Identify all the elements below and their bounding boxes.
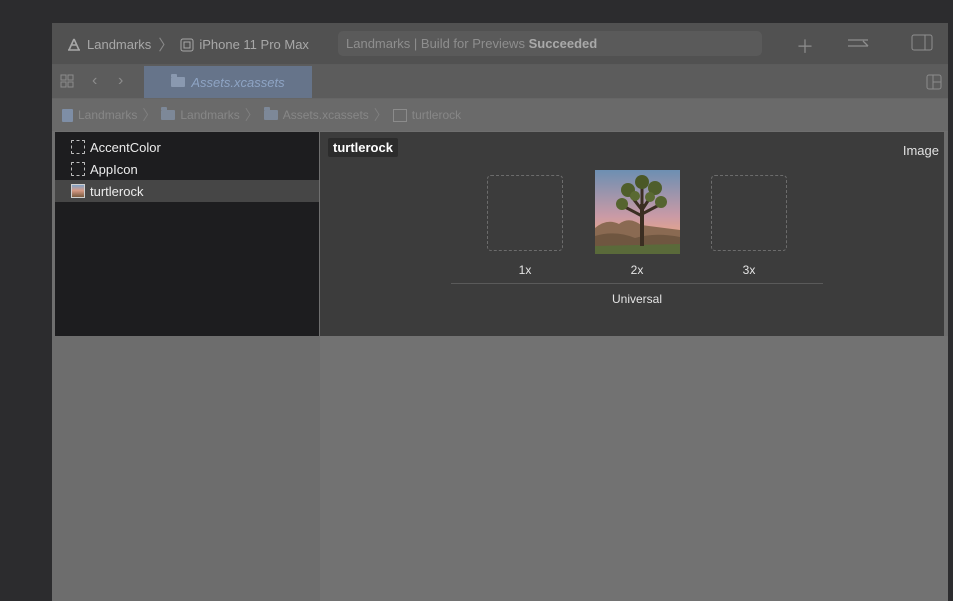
app-icon-set-icon [71, 162, 85, 176]
slot-label-3x: 3x [742, 263, 756, 277]
breadcrumb-asset[interactable]: turtlerock [412, 108, 461, 122]
image-slot-1x[interactable] [487, 175, 563, 251]
device-icon [180, 38, 194, 51]
breadcrumb-group[interactable]: Landmarks [180, 108, 239, 122]
forward-icon[interactable]: › [118, 72, 123, 90]
image-set-icon [71, 184, 85, 198]
panel-toggle-icon[interactable] [911, 34, 933, 51]
asset-list: AccentColor AppIcon turtlerock [55, 132, 319, 336]
toolbar: Landmarks 〉 iPhone 11 Pro Max Landmarks … [52, 23, 948, 65]
scheme-project: Landmarks [87, 37, 152, 52]
asset-label: turtlerock [90, 183, 144, 199]
image-set-icon [392, 108, 407, 122]
editor-edge [944, 132, 948, 336]
breadcrumb-project[interactable]: Landmarks [78, 108, 137, 122]
list-item[interactable]: turtlerock [55, 180, 319, 202]
back-icon[interactable]: ‹ [92, 72, 97, 90]
plus-icon[interactable]: ＋ [796, 33, 814, 59]
chevron-right-icon: 〉 [244, 107, 259, 123]
scheme-device: iPhone 11 Pro Max [199, 37, 309, 52]
tab-bar: ‹ › Assets.xcassets [52, 65, 948, 99]
chevron-right-icon: 〉 [142, 107, 157, 123]
image-slot-2x[interactable] [595, 170, 680, 254]
status-text: Landmarks | Build for Previews [346, 36, 525, 51]
jump-bar: Landmarks 〉 Landmarks 〉 Assets.xcassets … [52, 99, 948, 131]
chevron-right-icon: 〉 [158, 37, 174, 54]
list-item[interactable]: AccentColor [55, 136, 319, 158]
split-editor-icon[interactable] [926, 74, 942, 90]
asset-list-empty-area [52, 336, 320, 601]
swap-arrows-icon[interactable] [846, 35, 870, 51]
slot-label-1x: 1x [518, 263, 532, 277]
editor-empty-area [320, 336, 948, 601]
activity-status: Landmarks | Build for Previews Succeeded [338, 31, 762, 56]
group-label: Universal [611, 292, 662, 306]
asset-kind: Image [902, 143, 939, 158]
tab-assets[interactable]: Assets.xcassets [144, 66, 312, 98]
grid-icon[interactable] [60, 74, 74, 88]
folder-icon [171, 74, 186, 87]
hammer-icon [68, 38, 80, 51]
list-item[interactable]: AppIcon [55, 158, 319, 180]
asset-editor: turtlerock Image 1x 2x 3x Universal [320, 132, 944, 336]
scheme-selector[interactable]: Landmarks 〉 iPhone 11 Pro Max [66, 34, 309, 55]
asset-label: AppIcon [90, 161, 138, 177]
tab-label: Assets.xcassets [191, 74, 285, 90]
project-file-icon [62, 108, 73, 122]
turtlerock-thumbnail [595, 170, 680, 254]
slot-label-2x: 2x [630, 263, 644, 277]
asset-title[interactable]: turtlerock [328, 138, 398, 157]
folder-icon [161, 107, 176, 120]
breadcrumb-catalog[interactable]: Assets.xcassets [283, 108, 369, 122]
image-slot-3x[interactable] [711, 175, 787, 251]
xcode-window: Landmarks 〉 iPhone 11 Pro Max Landmarks … [52, 23, 948, 601]
chevron-right-icon: 〉 [373, 107, 388, 123]
folder-icon [263, 107, 278, 120]
group-divider [451, 283, 823, 284]
status-result: Succeeded [528, 36, 598, 51]
asset-label: AccentColor [90, 139, 161, 155]
color-set-icon [71, 140, 85, 154]
